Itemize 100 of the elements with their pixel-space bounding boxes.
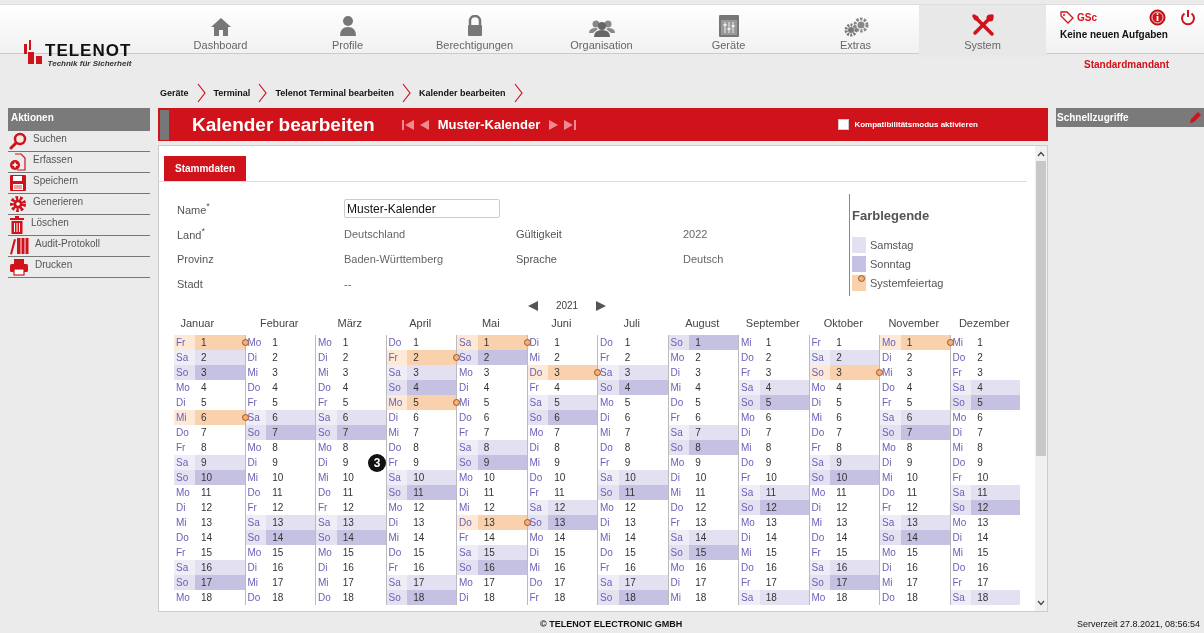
- day-cell[interactable]: 5: [194, 395, 245, 410]
- day-cell[interactable]: 5: [336, 395, 386, 410]
- nav-tab[interactable]: Profile: [284, 5, 411, 57]
- day-cell[interactable]: 12: [689, 500, 738, 515]
- day-cell[interactable]: 11: [266, 485, 315, 500]
- user-initials[interactable]: GSc: [1060, 11, 1149, 24]
- day-cell[interactable]: 9: [689, 455, 738, 470]
- checkbox[interactable]: [838, 119, 850, 130]
- day-cell[interactable]: 1: [266, 335, 315, 350]
- day-cell[interactable]: 18: [900, 590, 950, 605]
- day-cell[interactable]: 17: [618, 575, 668, 590]
- day-cell[interactable]: 3: [689, 365, 738, 380]
- day-cell[interactable]: 4: [900, 380, 950, 395]
- day-cell[interactable]: 18: [689, 590, 738, 605]
- day-cell[interactable]: 8: [548, 440, 597, 455]
- day-cell[interactable]: 11: [336, 485, 386, 500]
- day-cell[interactable]: 12: [194, 500, 245, 515]
- action-item[interactable]: Löschen: [8, 215, 150, 236]
- day-cell[interactable]: 3: [266, 365, 315, 380]
- scroll-up-icon[interactable]: [1037, 151, 1045, 157]
- day-cell[interactable]: 3: [900, 365, 950, 380]
- day-cell[interactable]: 7: [830, 425, 879, 440]
- day-cell[interactable]: 12: [900, 500, 950, 515]
- day-cell[interactable]: 4: [689, 380, 738, 395]
- day-cell[interactable]: 10: [336, 470, 386, 485]
- action-item[interactable]: Generieren: [8, 194, 150, 215]
- day-cell[interactable]: 17: [548, 575, 597, 590]
- day-cell[interactable]: 15: [548, 545, 597, 560]
- day-cell[interactable]: 18: [407, 590, 456, 605]
- day-cell[interactable]: 9: [900, 455, 950, 470]
- nav-tab[interactable]: Berechtigungen: [411, 5, 538, 57]
- day-cell[interactable]: 17: [266, 575, 315, 590]
- day-cell[interactable]: 1: [336, 335, 386, 350]
- next-year-icon[interactable]: [596, 300, 607, 311]
- day-cell[interactable]: 8: [618, 440, 668, 455]
- day-cell[interactable]: 2: [830, 350, 879, 365]
- day-cell[interactable]: 6: [830, 410, 879, 425]
- day-cell[interactable]: 3: [407, 365, 456, 380]
- breadcrumb-item[interactable]: Kalender bearbeiten: [419, 88, 506, 98]
- day-cell[interactable]: 17: [759, 575, 809, 590]
- day-cell[interactable]: 5: [618, 395, 668, 410]
- day-cell[interactable]: 15: [900, 545, 950, 560]
- day-cell[interactable]: 1: [759, 335, 809, 350]
- day-cell[interactable]: 16: [477, 560, 527, 575]
- day-cell[interactable]: 17: [407, 575, 456, 590]
- day-cell[interactable]: 4: [336, 380, 386, 395]
- day-cell[interactable]: 6: [266, 410, 315, 425]
- day-cell[interactable]: 15: [830, 545, 879, 560]
- nav-tab[interactable]: Extras: [792, 5, 919, 57]
- day-cell[interactable]: 9: [548, 455, 597, 470]
- day-cell[interactable]: 6: [900, 410, 950, 425]
- day-cell[interactable]: 8: [407, 440, 456, 455]
- day-cell[interactable]: 4: [266, 380, 315, 395]
- day-cell[interactable]: 14: [336, 530, 386, 545]
- day-cell[interactable]: 17: [830, 575, 879, 590]
- day-cell[interactable]: 18: [618, 590, 668, 605]
- day-cell[interactable]: 12: [618, 500, 668, 515]
- day-cell[interactable]: 11: [759, 485, 809, 500]
- scroll-down-icon[interactable]: [1037, 600, 1045, 606]
- nav-tab[interactable]: Organisation: [538, 5, 665, 57]
- day-cell[interactable]: 12: [759, 500, 809, 515]
- day-cell[interactable]: 9: [618, 455, 668, 470]
- day-cell[interactable]: 10: [971, 470, 1020, 485]
- day-cell[interactable]: 13: [759, 515, 809, 530]
- day-cell[interactable]: 15: [689, 545, 738, 560]
- day-cell[interactable]: 7: [266, 425, 315, 440]
- day-cell[interactable]: 13: [900, 515, 950, 530]
- day-cell[interactable]: 3: [336, 365, 386, 380]
- day-cell[interactable]: 3: [477, 365, 527, 380]
- day-cell[interactable]: 11: [689, 485, 738, 500]
- day-cell[interactable]: 17: [336, 575, 386, 590]
- day-cell[interactable]: 3: [971, 365, 1020, 380]
- checkbox-label[interactable]: Kompatibilitätsmodus aktivieren: [854, 120, 978, 129]
- day-cell[interactable]: 12: [407, 500, 456, 515]
- day-cell[interactable]: 15: [266, 545, 315, 560]
- day-cell[interactable]: 12: [830, 500, 879, 515]
- nav-tab[interactable]: System: [919, 5, 1046, 57]
- breadcrumb-item[interactable]: Geräte: [160, 88, 189, 98]
- day-cell[interactable]: 14: [618, 530, 668, 545]
- day-cell[interactable]: 16: [407, 560, 456, 575]
- day-cell[interactable]: 11: [194, 485, 245, 500]
- day-cell[interactable]: 16: [336, 560, 386, 575]
- day-cell[interactable]: 16: [689, 560, 738, 575]
- day-cell[interactable]: 12: [477, 500, 527, 515]
- day-cell[interactable]: 10: [830, 470, 879, 485]
- day-cell[interactable]: 14: [407, 530, 456, 545]
- day-cell[interactable]: 14: [971, 530, 1020, 545]
- day-cell[interactable]: 8: [830, 440, 879, 455]
- day-cell[interactable]: 10: [477, 470, 527, 485]
- day-cell[interactable]: 6: [548, 410, 597, 425]
- day-cell[interactable]: 6: [689, 410, 738, 425]
- day-cell[interactable]: 3: [618, 365, 668, 380]
- day-cell[interactable]: 11: [971, 485, 1020, 500]
- day-cell[interactable]: 10: [548, 470, 597, 485]
- day-cell[interactable]: 8: [900, 440, 950, 455]
- previous-year-icon[interactable]: [527, 300, 538, 311]
- day-cell[interactable]: 7: [194, 425, 245, 440]
- day-cell[interactable]: 17: [194, 575, 245, 590]
- day-cell[interactable]: 15: [759, 545, 809, 560]
- day-cell[interactable]: 18: [194, 590, 245, 605]
